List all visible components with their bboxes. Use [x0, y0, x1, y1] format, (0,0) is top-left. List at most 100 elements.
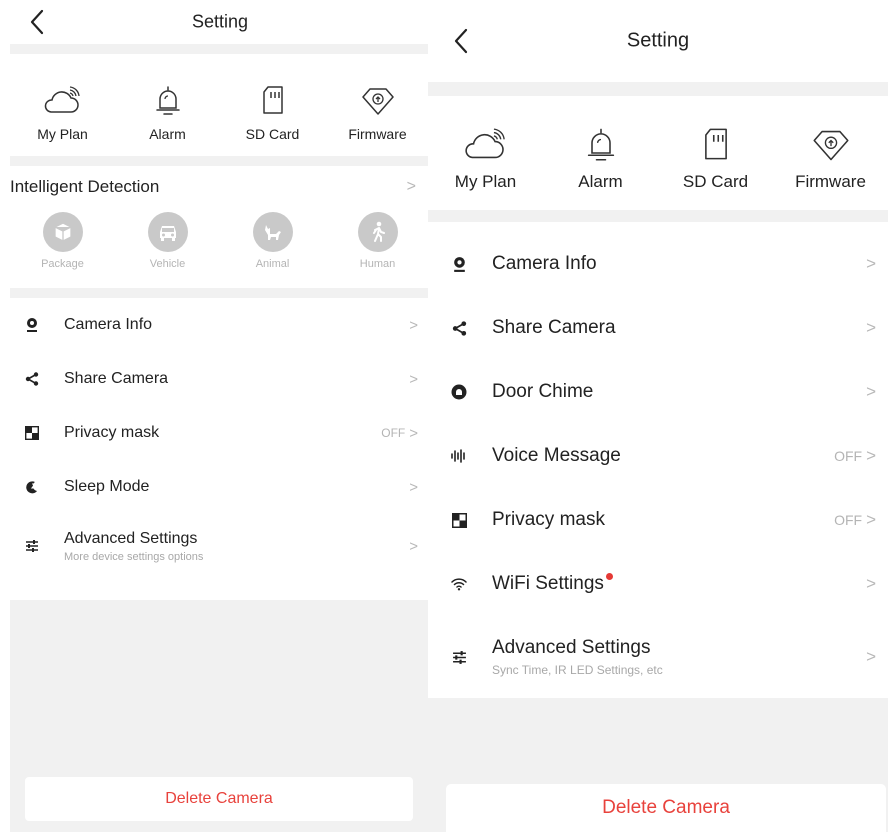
sd-card-button[interactable]: SD Card: [220, 54, 325, 142]
delete-camera-button[interactable]: Delete Camera: [25, 777, 413, 821]
plan-label: Firmware: [348, 126, 407, 142]
divider: [10, 288, 430, 298]
page-title: Setting: [626, 29, 690, 52]
sleep-mode-row[interactable]: Sleep Mode >: [10, 460, 430, 514]
row-label: Voice Message: [492, 445, 621, 466]
chevron-right-icon: >: [866, 647, 876, 666]
settings-menu: Camera Info > Share Camera > Privacy mas…: [10, 298, 430, 578]
human-icon: [357, 212, 398, 252]
advanced-settings-row[interactable]: Advanced Settings Sync Time, IR LED Sett…: [428, 616, 888, 698]
row-label: Camera Info: [64, 316, 153, 333]
settings-screen-left: Setting My Plan Alarm SD Card Firmware I…: [10, 0, 430, 832]
detection-types: Package Vehicle Animal Human: [10, 208, 430, 288]
package-icon: [42, 212, 83, 252]
my-plan-button[interactable]: My Plan: [10, 54, 115, 142]
row-subtitle: Sync Time, IR LED Settings, etc: [492, 663, 663, 677]
quick-actions: My Plan Alarm SD Card Firmware: [10, 54, 430, 156]
row-label: Advanced Settings: [64, 529, 198, 547]
status-value: OFF: [834, 448, 863, 464]
chevron-right-icon: >: [866, 574, 876, 593]
plan-label: My Plan: [454, 172, 517, 191]
bell-icon: [584, 126, 618, 162]
plan-label: SD Card: [682, 172, 749, 191]
delete-camera-button[interactable]: Delete Camera: [446, 784, 886, 832]
plan-label: Alarm: [578, 172, 623, 191]
detect-vehicle[interactable]: Vehicle: [115, 212, 220, 288]
chevron-right-icon: >: [409, 370, 418, 388]
camera-icon: [24, 317, 40, 333]
divider: [10, 44, 430, 54]
page-title: Setting: [191, 11, 249, 32]
firmware-button[interactable]: Firmware: [325, 54, 430, 142]
camera-info-row[interactable]: Camera Info >: [428, 232, 888, 296]
settings-menu: Camera Info > Share Camera > Door Chime …: [428, 222, 888, 698]
privacy-mask-row[interactable]: Privacy mask OFF >: [10, 406, 430, 460]
detect-label: Animal: [255, 258, 290, 270]
alarm-button[interactable]: Alarm: [115, 54, 220, 142]
intelligent-detection-row[interactable]: Intelligent Detection >: [10, 166, 430, 208]
chevron-right-icon: >: [866, 510, 876, 529]
advanced-settings-row[interactable]: Advanced Settings More device settings o…: [10, 514, 430, 578]
divider: [428, 210, 888, 222]
detect-animal[interactable]: Animal: [220, 212, 325, 288]
row-label: Share Camera: [64, 370, 169, 387]
sliders-icon: [450, 648, 468, 666]
row-label: Sleep Mode: [64, 478, 150, 495]
row-label: Share Camera: [492, 317, 616, 338]
status-value: OFF: [834, 512, 863, 528]
firmware-icon: [361, 86, 395, 116]
privacy-mask-row[interactable]: Privacy mask OFF >: [428, 488, 888, 552]
firmware-icon: [812, 128, 850, 162]
chevron-right-icon: >: [409, 316, 418, 334]
settings-screen-right: Setting My Plan Alarm SD Card Firmware C…: [428, 0, 888, 832]
title-bar: Setting: [10, 0, 430, 44]
chime-icon: [450, 383, 468, 401]
chevron-right-icon: >: [409, 478, 418, 496]
detect-package[interactable]: Package: [10, 212, 115, 288]
privacy-mask-icon: [450, 511, 468, 529]
sd-card-icon: [258, 84, 288, 116]
share-camera-row[interactable]: Share Camera >: [428, 296, 888, 360]
sliders-icon: [24, 538, 40, 554]
detect-human[interactable]: Human: [325, 212, 430, 288]
row-subtitle: More device settings options: [64, 550, 204, 563]
voice-icon: [450, 447, 468, 465]
chevron-right-icon: >: [866, 318, 876, 337]
cloud-icon: [463, 128, 509, 162]
vehicle-icon: [147, 212, 188, 252]
door-chime-row[interactable]: Door Chime >: [428, 360, 888, 424]
detect-label: Vehicle: [149, 258, 186, 270]
row-label: Camera Info: [492, 253, 597, 274]
chevron-right-icon: >: [409, 537, 418, 555]
wifi-icon: [450, 575, 468, 593]
sleep-icon: [24, 479, 40, 495]
share-icon: [450, 319, 468, 337]
privacy-mask-icon: [24, 425, 40, 441]
wifi-settings-row[interactable]: WiFi Settings >: [428, 552, 888, 616]
divider: [428, 82, 888, 96]
title-bar: Setting: [428, 0, 888, 82]
alarm-button[interactable]: Alarm: [543, 96, 658, 192]
my-plan-button[interactable]: My Plan: [428, 96, 543, 192]
bell-icon: [153, 84, 183, 116]
row-label: Advanced Settings: [492, 637, 651, 658]
cloud-icon: [43, 86, 83, 116]
row-label: Privacy mask: [64, 424, 160, 441]
row-label: Door Chime: [492, 381, 594, 402]
plan-label: Firmware: [795, 172, 866, 191]
plan-label: SD Card: [245, 126, 300, 142]
share-camera-row[interactable]: Share Camera >: [10, 352, 430, 406]
share-icon: [24, 371, 40, 387]
chevron-right-icon: >: [409, 424, 418, 442]
firmware-button[interactable]: Firmware: [773, 96, 888, 192]
chevron-right-icon: >: [406, 178, 416, 195]
voice-message-row[interactable]: Voice Message OFF >: [428, 424, 888, 488]
sd-card-button[interactable]: SD Card: [658, 96, 773, 192]
plan-label: My Plan: [37, 126, 88, 142]
status-value: OFF: [381, 426, 406, 440]
camera-info-row[interactable]: Camera Info >: [10, 298, 430, 352]
detect-label: Human: [359, 258, 396, 270]
divider: [10, 156, 430, 166]
row-label: WiFi Settings: [492, 573, 604, 594]
camera-icon: [450, 255, 468, 273]
